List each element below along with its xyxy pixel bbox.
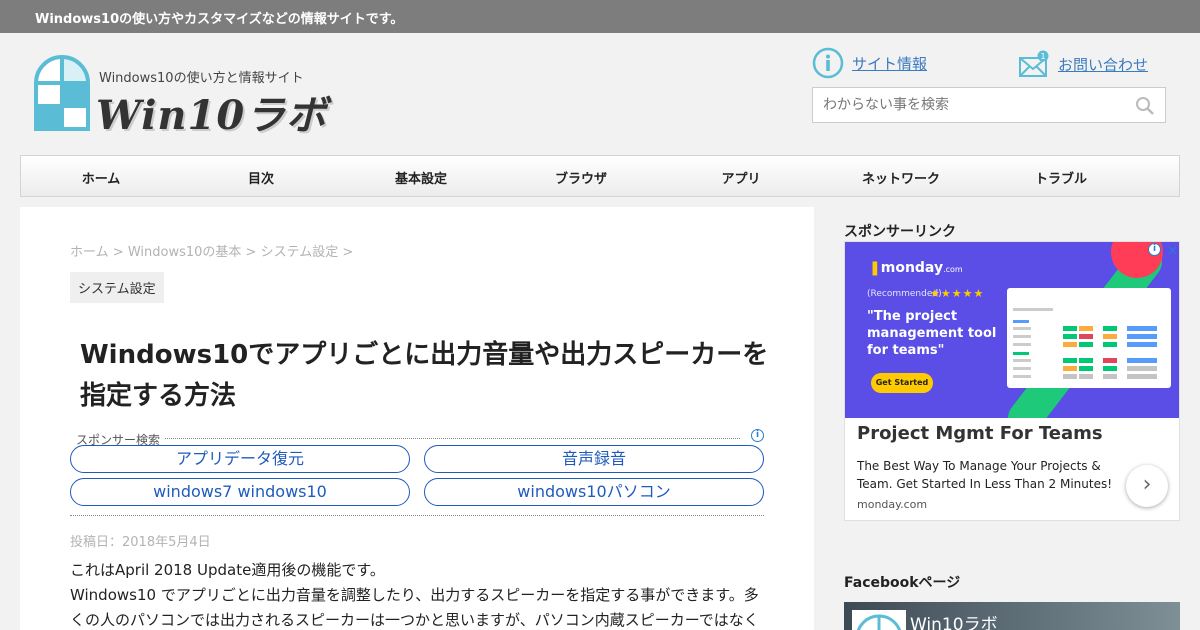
sidebar-ad[interactable]: ❚monday.com (Recommended) ★★★★★ "The pro… — [844, 241, 1180, 521]
facebook-page-name[interactable]: Win10ラボ — [910, 610, 998, 630]
site-logo[interactable]: Windows10の使い方と情報サイト Win10ラボ — [34, 55, 326, 139]
contact-link[interactable]: 1 お問い合わせ — [1018, 50, 1148, 78]
divider — [160, 438, 740, 439]
sponsor-search-link[interactable]: アプリデータ復元 — [70, 445, 410, 473]
category-tag[interactable]: システム設定 — [70, 272, 164, 303]
mail-icon: 1 — [1019, 50, 1049, 77]
sponsor-search-link[interactable]: windows7 windows10 — [70, 478, 410, 506]
nav-item-contents[interactable]: 目次 — [181, 168, 341, 187]
ad-info-icon[interactable]: i — [1148, 243, 1161, 256]
nav-item-trouble[interactable]: トラブル — [981, 168, 1141, 187]
logo-name: Win10ラボ — [96, 92, 328, 139]
nav-item-basic-settings[interactable]: 基本設定 — [341, 168, 501, 187]
ad-quote: "The project management tool for teams" — [867, 309, 997, 358]
nav-item-apps[interactable]: アプリ — [661, 168, 821, 187]
divider — [70, 515, 764, 516]
search-input[interactable] — [813, 88, 1133, 122]
ad-domain: monday.com — [857, 498, 928, 511]
breadcrumb-separator: > — [245, 245, 257, 260]
article-paragraph: これはApril 2018 Update適用後の機能です。 — [70, 561, 385, 579]
site-tagline: Windows10の使い方やカスタマイズなどの情報サイトです。 — [35, 12, 404, 27]
site-info-label[interactable]: サイト情報 — [852, 53, 927, 74]
nav-item-browser[interactable]: ブラウザ — [501, 168, 661, 187]
facebook-page-logo — [852, 610, 906, 630]
ad-brand-suffix: .com — [943, 265, 963, 274]
page-title: Windows10でアプリごとに出力音量や出力スピーカーを指定する方法 — [80, 340, 769, 411]
logo-window-icon — [856, 614, 902, 630]
breadcrumb: ホーム > Windows10の基本 > システム設定 > — [70, 241, 353, 260]
ad-product-screenshot — [1007, 288, 1171, 388]
ad-get-started-button[interactable]: Get Started — [871, 373, 933, 393]
contact-label[interactable]: お問い合わせ — [1058, 54, 1148, 75]
ad-description: The Best Way To Manage Your Projects & T… — [857, 459, 1113, 491]
ad-brand-name: monday — [880, 260, 944, 276]
sponsor-search-block: スポンサー検索 i アプリデータ復元 音声録音 windows7 windows… — [70, 429, 764, 517]
breadcrumb-separator: > — [112, 245, 124, 260]
contact-badge: 1 — [1040, 52, 1045, 61]
ad-brand: ❚monday.com — [869, 260, 963, 276]
post-date: 投稿日：2018年5月4日 — [70, 535, 211, 550]
logo-window-icon — [34, 55, 90, 131]
facebook-heading: Facebookページ — [844, 575, 961, 591]
ad-info-icon[interactable]: i — [751, 429, 764, 442]
article-area: ホーム > Windows10の基本 > システム設定 > システム設定 Win… — [20, 207, 814, 630]
info-icon — [812, 47, 844, 79]
ad-title[interactable]: Project Mgmt For Teams — [857, 423, 1103, 444]
breadcrumb-home[interactable]: ホーム — [70, 245, 109, 260]
ad-banner[interactable]: ❚monday.com (Recommended) ★★★★★ "The pro… — [845, 242, 1179, 418]
monday-logo-icon: ❚ — [869, 260, 881, 276]
article-paragraph: Windows10 でアプリごとに出力音量を調整したり、出力するスピーカーを指定… — [70, 586, 759, 629]
top-bar: Windows10の使い方やカスタマイズなどの情報サイトです。 — [0, 0, 1200, 33]
article-body: これはApril 2018 Update適用後の機能です。 Windows10 … — [70, 558, 766, 630]
rating-stars-icon: ★★★★★ — [930, 287, 985, 300]
breadcrumb-system-settings[interactable]: システム設定 — [261, 245, 339, 260]
breadcrumb-separator: > — [342, 245, 354, 260]
nav-item-network[interactable]: ネットワーク — [821, 168, 981, 187]
main-nav: ホーム 目次 基本設定 ブラウザ アプリ ネットワーク トラブル — [20, 155, 1180, 197]
breadcrumb-windows10-basics[interactable]: Windows10の基本 — [128, 245, 242, 260]
site-info-link[interactable]: サイト情報 — [812, 47, 927, 79]
ad-close-icon[interactable]: ✕ — [1167, 244, 1178, 259]
facebook-page-widget[interactable]: Win10ラボ — [844, 602, 1180, 630]
chevron-right-icon[interactable]: › — [1126, 465, 1168, 507]
search-box — [812, 87, 1166, 123]
sponsor-search-link[interactable]: 音声録音 — [424, 445, 764, 473]
sponsor-link-heading: スポンサーリンク — [844, 224, 956, 240]
sponsor-search-link[interactable]: windows10パソコン — [424, 478, 764, 506]
nav-item-home[interactable]: ホーム — [21, 168, 181, 187]
product-board-image — [1013, 308, 1157, 379]
search-icon[interactable] — [1135, 96, 1155, 116]
